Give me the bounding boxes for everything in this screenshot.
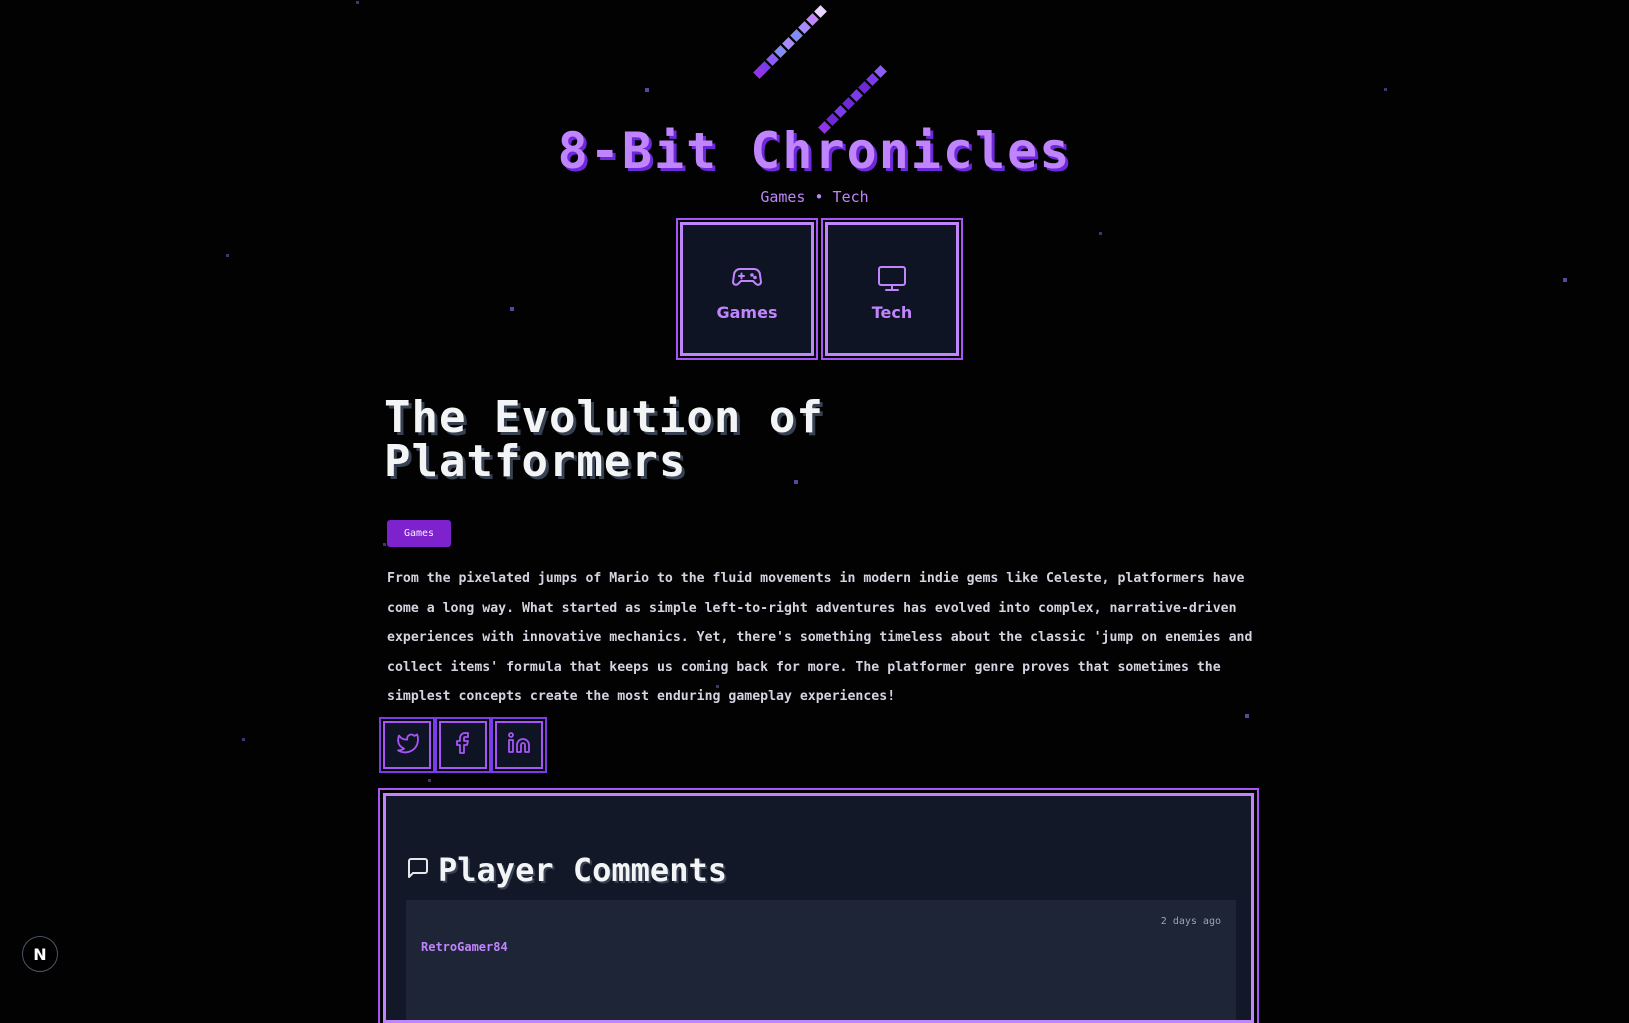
- post-tag[interactable]: Games: [387, 520, 451, 547]
- site-title: 8-Bit Chronicles: [557, 122, 1072, 180]
- message-square-icon: [406, 856, 430, 884]
- twitter-icon: [395, 732, 419, 758]
- gamepad-icon: [683, 265, 811, 293]
- comment-author[interactable]: RetroGamer84: [421, 940, 508, 954]
- comments-title: Player Comments: [438, 851, 727, 889]
- comment-card: 2 days ago RetroGamer84: [406, 900, 1236, 1020]
- share-linkedin-button[interactable]: [495, 721, 543, 769]
- share-twitter-button[interactable]: [383, 721, 431, 769]
- post-title: The Evolution of Platformers: [384, 392, 824, 487]
- facebook-icon: [455, 731, 471, 759]
- comment-time: 2 days ago: [1160, 916, 1221, 927]
- monitor-icon: [828, 265, 956, 297]
- post-body: From the pixelated jumps of Mario to the…: [387, 571, 1253, 704]
- category-card-tech[interactable]: Tech: [825, 222, 959, 356]
- category-label-games: Games: [716, 303, 778, 322]
- comments-header: Player Comments: [406, 851, 727, 889]
- linkedin-icon: [507, 732, 531, 758]
- site-subtitle: Games • Tech: [760, 188, 869, 206]
- share-facebook-button[interactable]: [439, 721, 487, 769]
- category-label-tech: Tech: [871, 303, 913, 322]
- category-card-games[interactable]: Games: [680, 222, 814, 356]
- next-badge-button[interactable]: N: [22, 936, 58, 972]
